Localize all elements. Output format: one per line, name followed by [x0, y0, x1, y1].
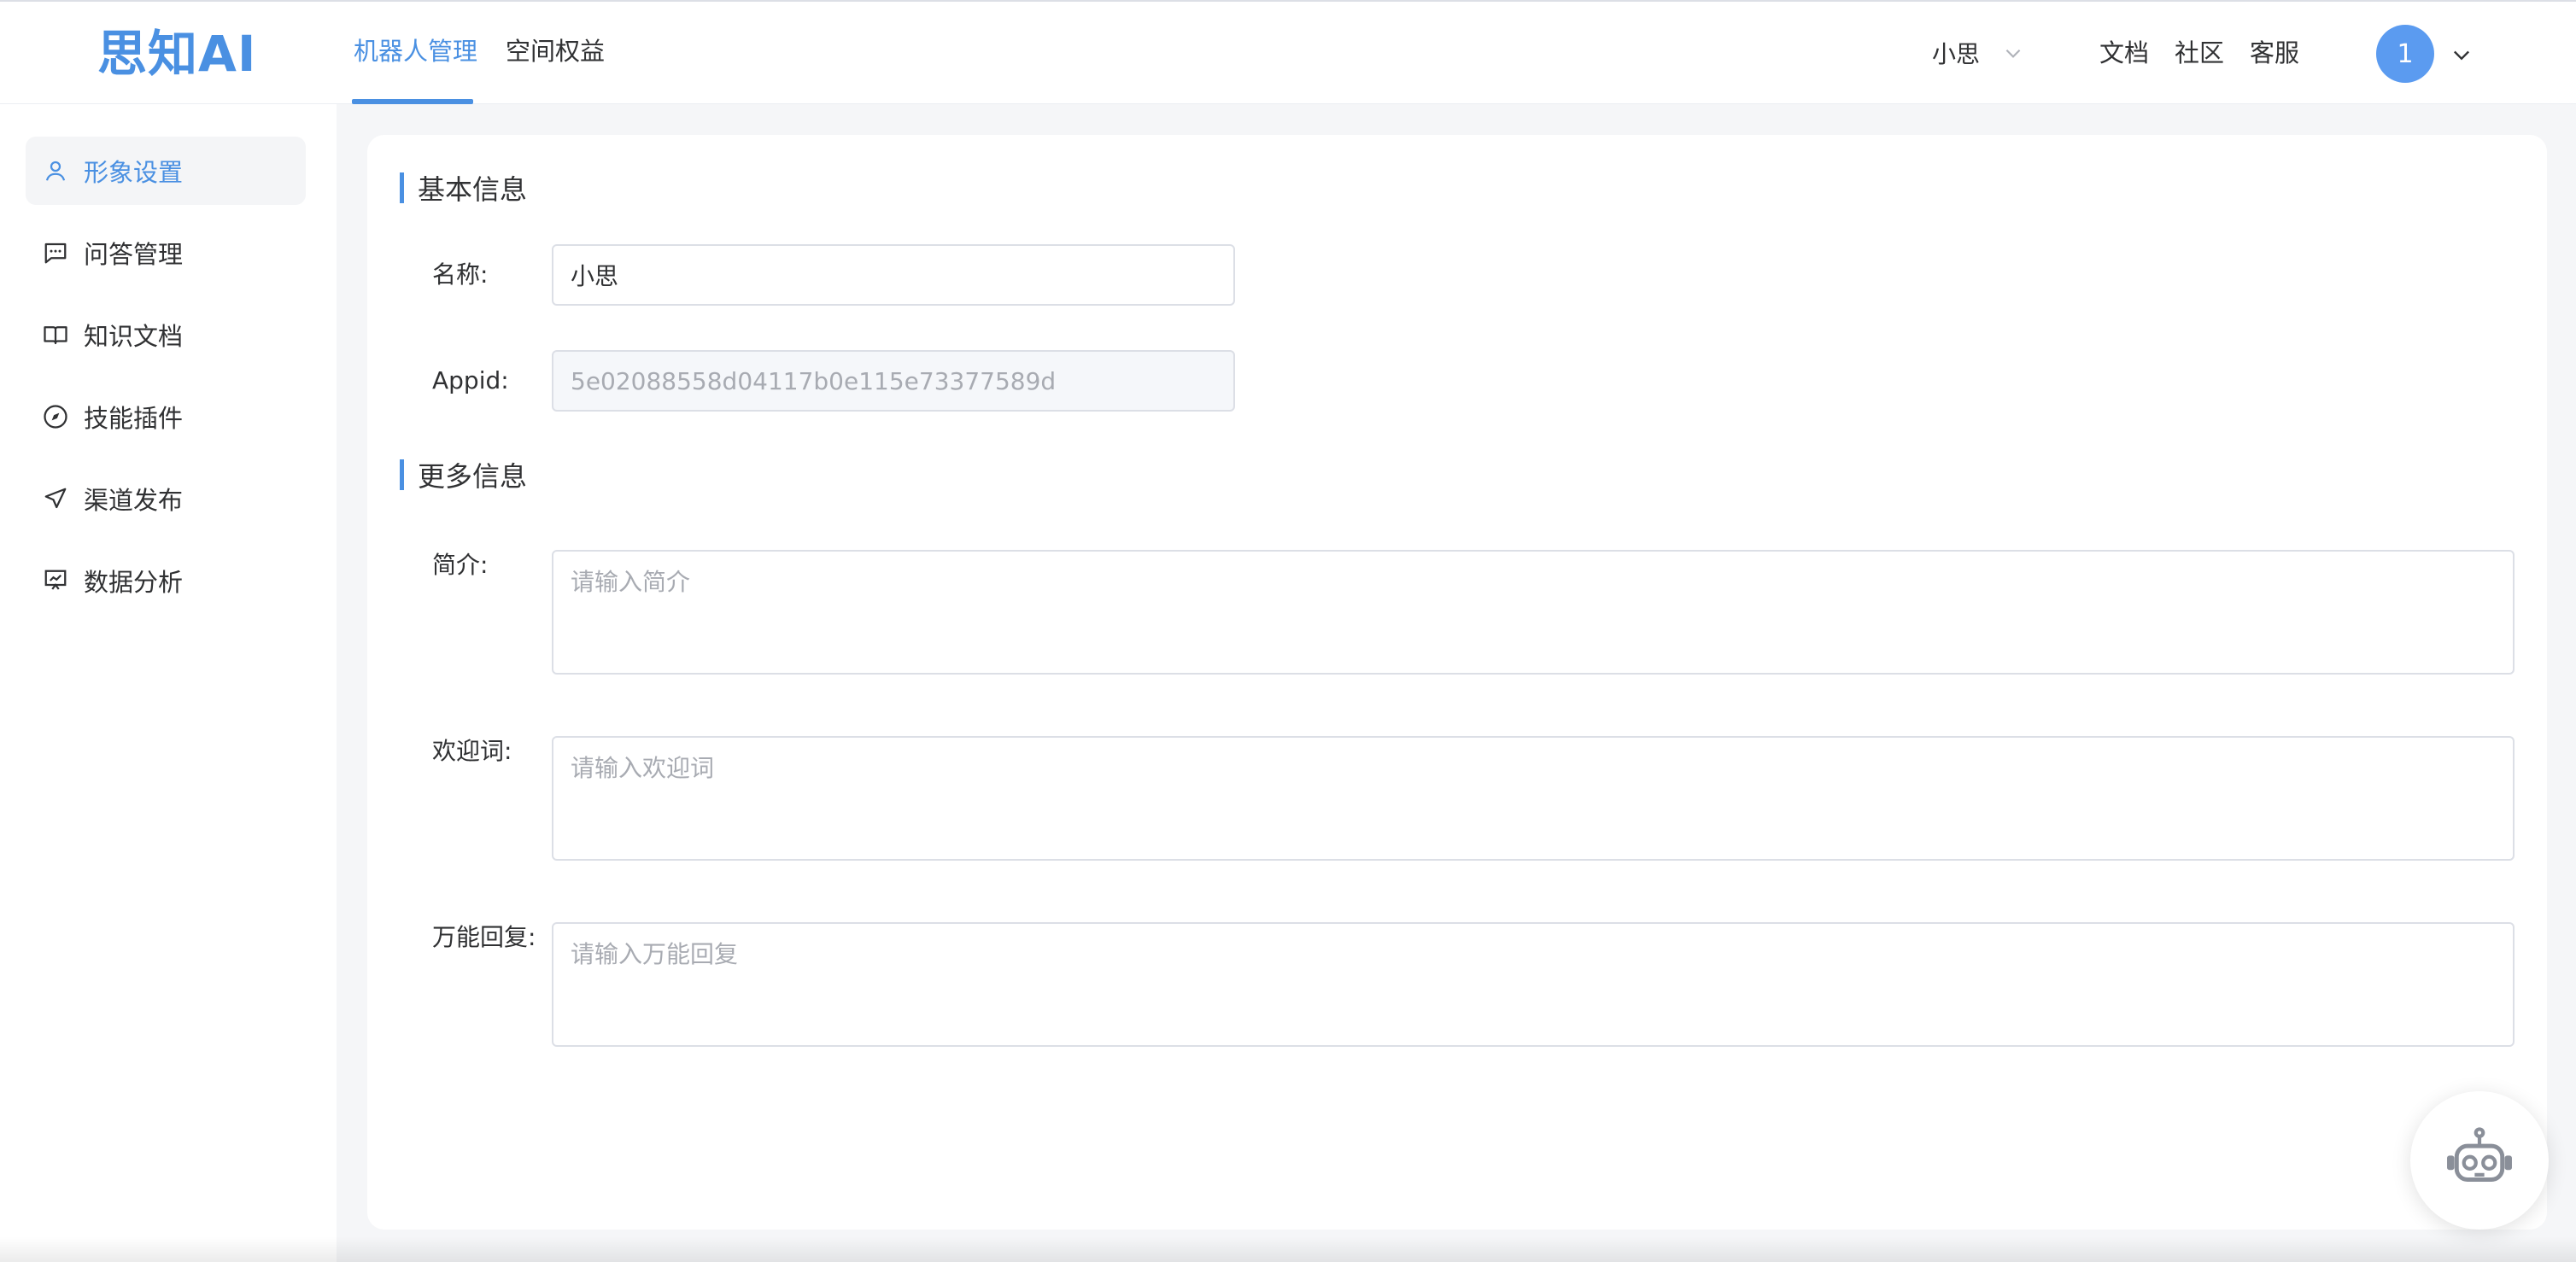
section-accent-bar [400, 172, 404, 203]
welcome-label: 欢迎词: [432, 737, 512, 765]
top-navigation-bar: 思知AI 机器人管理 空间权益 小思 文档 社区 客服 1 [0, 0, 2576, 104]
tab-robot-management[interactable]: 机器人管理 [354, 34, 477, 68]
sidebar-item-qa[interactable]: 问答管理 [26, 219, 306, 287]
intro-textarea[interactable] [552, 550, 2515, 675]
compass-icon [43, 404, 68, 429]
more-info-section-title: 更多信息 [400, 458, 528, 493]
section-title-text: 基本信息 [418, 173, 528, 206]
docs-link[interactable]: 文档 [2099, 36, 2149, 70]
sidebar-item-appearance[interactable]: 形象设置 [26, 137, 306, 205]
support-link[interactable]: 客服 [2250, 36, 2299, 70]
user-icon [43, 158, 68, 184]
chat-icon [43, 240, 68, 266]
book-icon [43, 322, 68, 348]
sidebar-item-label: 技能插件 [84, 404, 184, 433]
appid-label: Appid: [432, 366, 509, 394]
sidebar: 形象设置 问答管理 知识文档 技能插件 渠道发布 数据分析 [0, 104, 337, 1262]
sidebar-item-label: 问答管理 [84, 240, 184, 269]
basic-info-section-title: 基本信息 [400, 171, 528, 206]
sidebar-item-label: 数据分析 [84, 568, 184, 597]
space-selector-value: 小思 [1932, 40, 1981, 68]
tab-space-benefits[interactable]: 空间权益 [506, 34, 605, 68]
community-link[interactable]: 社区 [2175, 36, 2224, 70]
chevron-down-icon[interactable] [2450, 43, 2474, 67]
send-icon [43, 486, 68, 511]
welcome-textarea[interactable] [552, 736, 2515, 861]
name-label: 名称: [432, 260, 489, 289]
fallback-reply-label: 万能回复: [432, 923, 536, 951]
sidebar-item-label: 形象设置 [84, 158, 184, 187]
chatbot-launcher-button[interactable] [2410, 1091, 2549, 1230]
section-accent-bar [400, 459, 404, 490]
name-input[interactable] [552, 244, 1235, 306]
bottom-edge-shadow [0, 1236, 2576, 1262]
sidebar-item-analytics[interactable]: 数据分析 [26, 546, 306, 615]
robot-icon [2447, 1127, 2512, 1182]
chevron-down-icon [2005, 49, 2021, 58]
sidebar-item-knowledge[interactable]: 知识文档 [26, 301, 306, 369]
appid-field [552, 350, 1235, 412]
fallback-reply-textarea[interactable] [552, 922, 2515, 1047]
intro-label: 简介: [432, 551, 489, 579]
section-title-text: 更多信息 [418, 460, 528, 493]
space-selector[interactable]: 小思 [1932, 36, 2024, 70]
sidebar-item-label: 渠道发布 [84, 486, 184, 515]
sidebar-item-skills[interactable]: 技能插件 [26, 383, 306, 451]
chart-board-icon [43, 568, 68, 593]
avatar[interactable]: 1 [2376, 25, 2434, 83]
sidebar-item-channels[interactable]: 渠道发布 [26, 464, 306, 533]
sidebar-item-label: 知识文档 [84, 322, 184, 351]
app-logo[interactable]: 思知AI [97, 24, 256, 84]
